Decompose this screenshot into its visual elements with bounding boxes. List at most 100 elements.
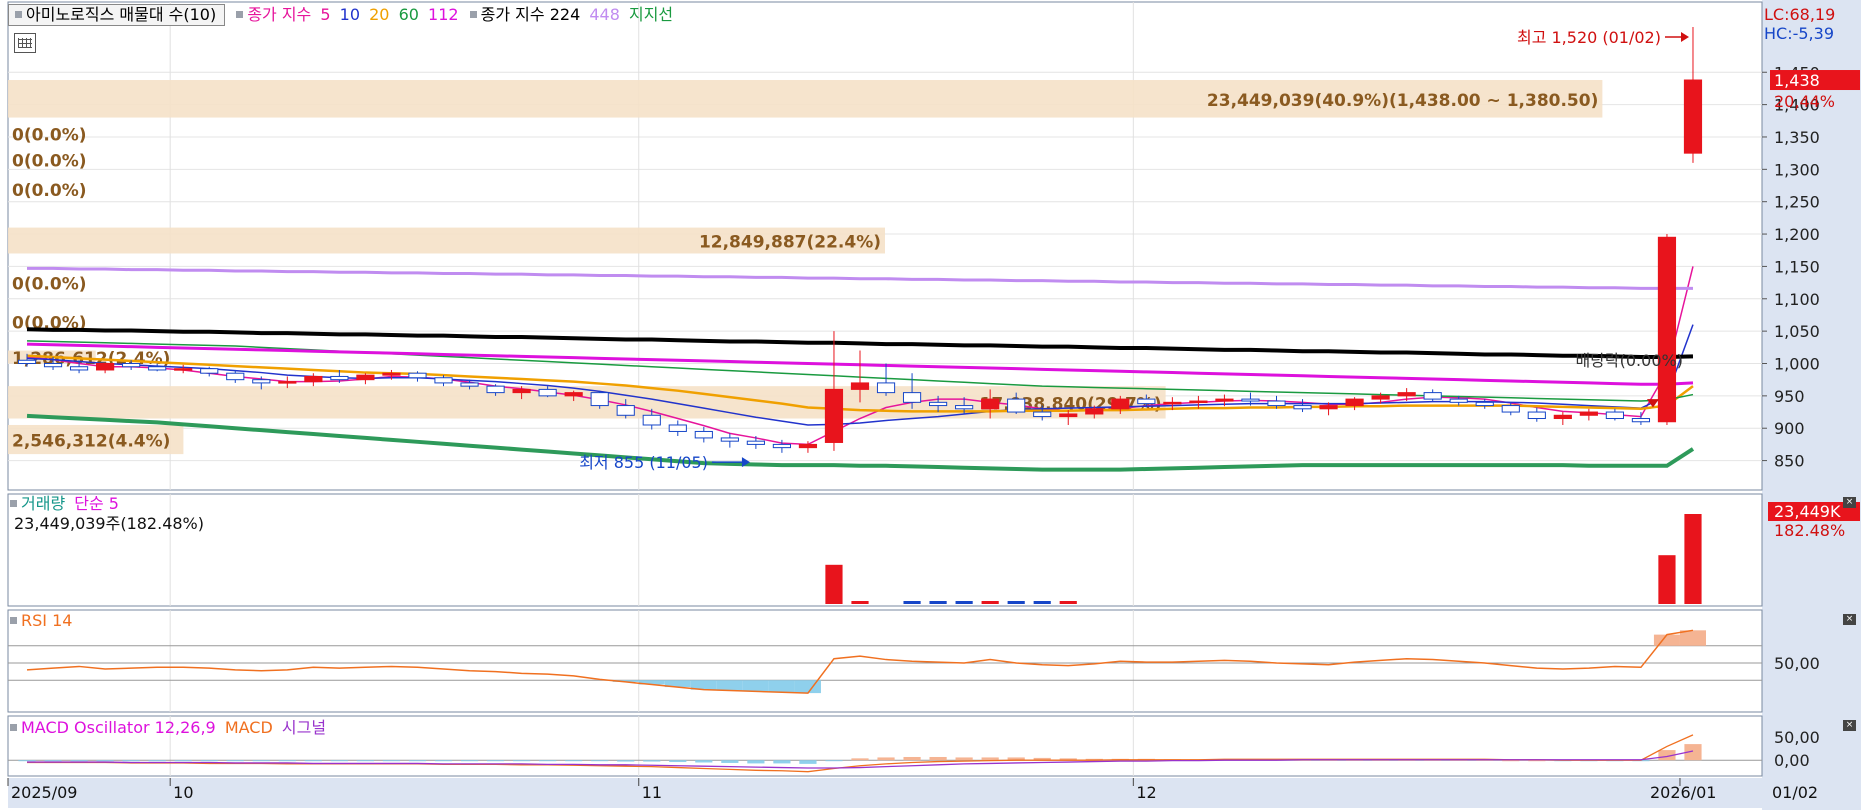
- macd-osc-bar: [96, 760, 114, 762]
- close-rsi-panel-icon[interactable]: ×: [1843, 614, 1856, 625]
- candle-body: [1423, 392, 1442, 400]
- close-macd-panel-icon[interactable]: ×: [1843, 720, 1856, 731]
- rsi-overbought-fill: [1679, 630, 1706, 646]
- macd-osc-bar: [278, 760, 296, 762]
- close-volume-panel-icon[interactable]: ×: [1843, 497, 1856, 508]
- price-legend: 아미노로직스 매물대 수(10) 종가 지수 5 10 20 60 112 종가…: [8, 4, 677, 26]
- ma-20-label: 20: [369, 5, 390, 24]
- ma-5-label: 5: [320, 5, 331, 24]
- ma2-label: 종가 지수 224: [480, 5, 581, 24]
- candle-body: [1345, 398, 1364, 407]
- candle-body: [668, 424, 687, 432]
- candle-body: [616, 405, 635, 416]
- candle-body: [1293, 405, 1312, 410]
- candle-body: [1085, 408, 1104, 415]
- candle-body: [148, 366, 167, 371]
- candle-body: [1267, 400, 1286, 407]
- candle-body: [824, 388, 844, 443]
- price-tick-label: 1,150: [1774, 257, 1820, 276]
- candle-body: [1111, 398, 1130, 410]
- period-grid-icon[interactable]: [14, 33, 36, 53]
- candle-body: [1319, 405, 1338, 410]
- candle-body: [408, 372, 427, 379]
- candle-body: [122, 363, 141, 368]
- panel-square-icon: [469, 11, 477, 18]
- candle-body: [955, 405, 974, 410]
- candle-body: [1033, 411, 1052, 418]
- candle-body: [304, 375, 323, 383]
- price-tick-label: 1,250: [1774, 193, 1820, 212]
- candle-body: [330, 375, 349, 381]
- candle-body: [798, 443, 818, 449]
- macd-osc-bar: [460, 760, 479, 762]
- price-tick-label: 1,200: [1774, 225, 1820, 244]
- macd-osc-bar: [617, 760, 635, 762]
- macd-osc-bar: [44, 760, 62, 762]
- candle-body: [434, 377, 453, 384]
- macd-osc-bar: [356, 760, 375, 762]
- volume-legend: 거래량 단순 5: [8, 494, 123, 514]
- volume-ma-label: 단순 5: [74, 494, 119, 513]
- volume-bar: [1658, 555, 1676, 604]
- candle-body: [1527, 411, 1546, 420]
- macd-osc-bar: [252, 760, 270, 762]
- volume-profile-label: 0(0.0%): [12, 126, 87, 146]
- candle-body: [382, 372, 401, 376]
- support-label: 지지선: [628, 5, 674, 24]
- candle-body: [252, 379, 271, 384]
- macd-osc-bar: [773, 760, 791, 764]
- date-tick-label: 2026/01: [1650, 783, 1716, 802]
- candle-body: [43, 363, 63, 368]
- candle-body: [850, 382, 870, 390]
- panel-square-icon: [10, 617, 17, 624]
- macd-osc-bar: [174, 760, 192, 762]
- candle-body: [1241, 398, 1260, 402]
- ma-label: 종가 지수: [247, 5, 312, 24]
- macd-label: MACD: [224, 718, 273, 737]
- candle-body: [981, 398, 1000, 410]
- candle-body: [1215, 398, 1234, 402]
- chart-canvas[interactable]: 1,4501,4001,3501,3001,2501,2001,1501,100…: [0, 0, 1861, 810]
- volume-bar: [929, 601, 947, 604]
- macd-osc-bar: [382, 760, 401, 762]
- last-date-label: 01/02: [1772, 783, 1818, 802]
- macd-osc-bar: [981, 757, 999, 761]
- panel-square-icon: [10, 724, 17, 731]
- macd-osc-bar: [513, 760, 531, 762]
- macd-osc-bar: [226, 760, 244, 762]
- macd-osc-bar: [747, 760, 765, 764]
- candle-body: [1137, 398, 1156, 405]
- volume-profile-label: 23,449,039(40.9%)(1,438.00 ~ 1,380.50): [1207, 91, 1598, 111]
- candle-body: [1007, 398, 1026, 413]
- candle-body: [1605, 411, 1624, 420]
- candle-body: [538, 388, 557, 397]
- candle-body: [486, 385, 505, 394]
- rsi-tick-label: 50,00: [1774, 654, 1820, 673]
- stock-chart[interactable]: 1,4501,4001,3501,3001,2501,2001,1501,100…: [0, 0, 1861, 810]
- macd-osc-label: MACD Oscillator 12,26,9: [21, 718, 216, 737]
- macd-osc-bar: [643, 760, 661, 762]
- volume-info: 23,449,039주(182.48%): [14, 514, 205, 533]
- macd-osc-bar: [721, 760, 739, 763]
- macd-osc-bar: [695, 760, 713, 763]
- candle-body: [1501, 405, 1520, 413]
- candle-body: [642, 414, 661, 426]
- candle-body: [772, 443, 791, 449]
- candle-body: [1189, 400, 1208, 404]
- volume-bar: [1684, 514, 1702, 604]
- macd-osc-bar: [122, 760, 140, 762]
- macd-osc-bar: [148, 760, 166, 762]
- ma-60-label: 60: [398, 5, 419, 24]
- rsi-legend: RSI 14: [8, 611, 76, 631]
- dividend-annotation: 배당락(0.00%): [1575, 351, 1682, 370]
- volume-profile-label: 0(0.0%): [12, 152, 87, 172]
- candle-body: [720, 437, 739, 442]
- candle-body: [1163, 401, 1182, 405]
- candle-body: [69, 366, 89, 371]
- volume-bar: [1033, 601, 1051, 604]
- macd-osc-bar: [955, 757, 973, 761]
- macd-osc-bar: [486, 760, 505, 762]
- macd-osc-bar: [799, 760, 817, 764]
- price-tick-label: 1,050: [1774, 322, 1820, 341]
- stock-name-box[interactable]: 아미노로직스 매물대 수(10): [8, 4, 226, 26]
